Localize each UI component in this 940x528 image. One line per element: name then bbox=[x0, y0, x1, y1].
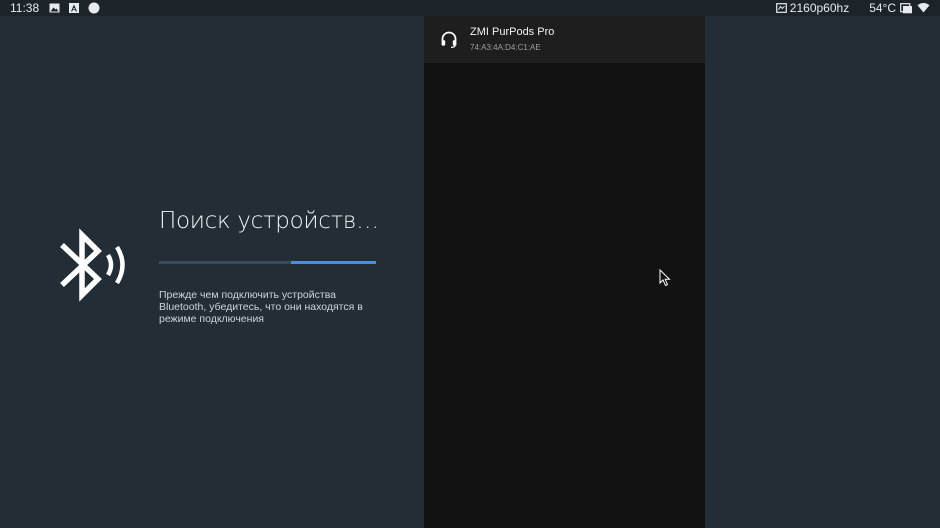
wifi-icon bbox=[917, 3, 930, 13]
search-progress-fill bbox=[291, 261, 376, 264]
headset-icon bbox=[440, 30, 458, 48]
device-name: ZMI PurPods Pro bbox=[470, 26, 555, 38]
screen: 11:38 2160p60hz 54°C Поиск устройств… Пр… bbox=[0, 0, 940, 528]
status-right: 2160p60hz 54°C bbox=[775, 0, 930, 16]
status-left: 11:38 bbox=[10, 0, 109, 16]
circle-icon bbox=[88, 2, 100, 14]
status-bar: 11:38 2160p60hz 54°C bbox=[0, 0, 940, 16]
app-a-icon bbox=[69, 3, 80, 13]
notification-icon bbox=[900, 2, 913, 14]
status-temperature: 54°C bbox=[869, 1, 896, 15]
search-progress-bar bbox=[159, 261, 376, 264]
status-time: 11:38 bbox=[10, 1, 40, 15]
status-resolution: 2160p60hz bbox=[789, 1, 850, 15]
bluetooth-searching-icon bbox=[56, 223, 132, 307]
photo-icon bbox=[49, 3, 60, 13]
page-title: Поиск устройств… bbox=[159, 208, 379, 234]
mouse-cursor-icon bbox=[659, 268, 671, 287]
device-address: 74:A3:4A:D4:C1:AE bbox=[470, 43, 541, 52]
setup-description: Прежде чем подключить устройства Bluetoo… bbox=[159, 289, 363, 325]
hdmi-icon bbox=[775, 3, 787, 13]
device-list-item[interactable]: ZMI PurPods Pro 74:A3:4A:D4:C1:AE bbox=[424, 16, 705, 63]
